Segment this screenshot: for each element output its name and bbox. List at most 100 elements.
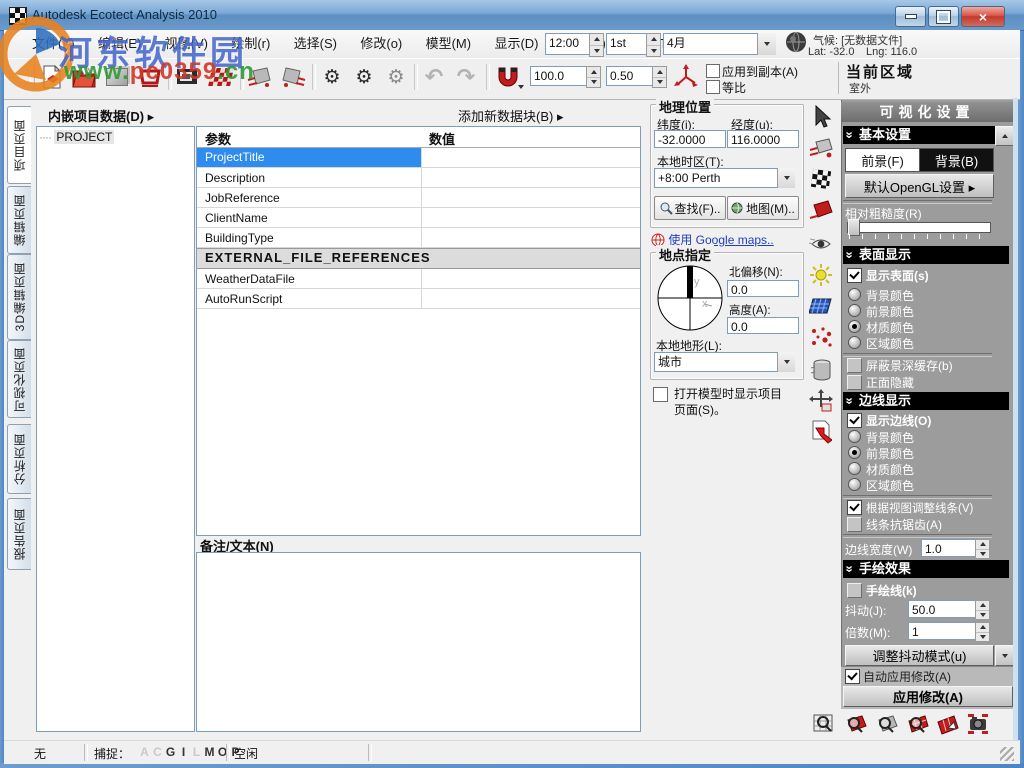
surface-material-color-radio[interactable] [848, 320, 861, 333]
print-button[interactable] [136, 63, 164, 91]
grid-stepper[interactable] [652, 66, 667, 88]
solar-panel-button[interactable] [807, 292, 835, 320]
surface-option-label[interactable]: 背景颜色 [866, 287, 914, 304]
param-value[interactable] [421, 289, 640, 308]
north-offset-input[interactable]: 0.0 [727, 280, 799, 297]
day-stepper[interactable] [646, 33, 661, 57]
snap-letter[interactable]: L [190, 745, 203, 759]
edge-fg-color-radio[interactable] [848, 446, 861, 459]
param-value[interactable] [421, 228, 640, 247]
undo-button[interactable]: ↶ [420, 63, 448, 91]
snap-stepper[interactable] [586, 66, 601, 88]
snap-letter[interactable]: M [203, 745, 216, 759]
tab-3d-edit-page[interactable]: 3D编辑页面 [7, 254, 31, 340]
terrain-select[interactable]: 城市 [654, 352, 784, 372]
param-name[interactable]: WeatherDataFile [205, 270, 295, 288]
jitter-mode-button[interactable]: 调整抖动模式(u) [845, 645, 994, 666]
surface-zone-color-radio[interactable] [848, 336, 861, 349]
param-value[interactable] [421, 269, 640, 288]
edge-option-label[interactable]: 前景颜色 [866, 445, 914, 462]
roughness-slider-track[interactable] [847, 222, 991, 233]
surface-option-label[interactable]: 材质颜色 [866, 319, 914, 336]
sun-tool-button[interactable] [807, 261, 835, 289]
table-row[interactable]: WeatherDataFile [197, 269, 640, 289]
terrain-dropdown-icon[interactable] [777, 352, 795, 372]
show-surfaces-checkbox[interactable] [847, 268, 862, 283]
table-row[interactable]: JobReference [197, 188, 640, 208]
longitude-input[interactable]: 116.0000 [727, 130, 799, 148]
param-name-selected[interactable]: ProjectTitle [197, 148, 421, 167]
default-opengl-button[interactable]: 默认OpenGL设置 ▸ [845, 174, 994, 198]
snap-magnet-button[interactable] [492, 63, 524, 91]
snap-letter[interactable]: C [151, 745, 164, 759]
param-value[interactable] [421, 188, 640, 207]
zones-button[interactable] [807, 196, 835, 224]
restore-button[interactable] [928, 6, 959, 27]
open-file-button[interactable] [70, 63, 98, 91]
edge-width-input[interactable]: 1.0 [921, 539, 977, 557]
jitter-input[interactable]: 50.0 [908, 600, 976, 618]
surface-bg-color-radio[interactable] [848, 288, 861, 301]
menu-file[interactable]: 文件(F) [22, 30, 85, 58]
tab-visualize-page[interactable]: 可视化页面 [7, 340, 31, 418]
transform-tool-button[interactable] [807, 387, 835, 415]
adjust-lines-checkbox[interactable] [847, 500, 862, 515]
toolbar-grip[interactable] [30, 64, 35, 90]
column-header-value[interactable]: 数值 [429, 129, 455, 148]
menu-view[interactable]: 视图(V) [155, 30, 218, 58]
uniform-checkbox[interactable] [706, 80, 720, 94]
show-edges-checkbox[interactable] [847, 413, 862, 428]
snap-letter[interactable]: I [177, 745, 190, 759]
timezone-dropdown-icon[interactable] [777, 168, 795, 188]
menu-display[interactable]: 显示(D) [484, 30, 548, 58]
menu-model[interactable]: 模型(M) [416, 30, 482, 58]
edge-option-label[interactable]: 背景颜色 [866, 429, 914, 446]
tab-report-page[interactable]: 报告页面 [7, 498, 31, 570]
grid-settings-button[interactable] [207, 63, 235, 91]
multiple-input[interactable]: 1 [908, 622, 976, 640]
surface-fg-color-radio[interactable] [848, 304, 861, 317]
month-dropdown-icon[interactable] [757, 33, 776, 55]
table-row[interactable]: Description [197, 168, 640, 188]
foreground-button[interactable]: 前景(F) [845, 148, 920, 172]
table-row[interactable]: ClientName [197, 208, 640, 228]
redo-button[interactable]: ↷ [452, 63, 480, 91]
altitude-input[interactable]: 0.0 [727, 317, 799, 334]
menu-select[interactable]: 选择(S) [284, 30, 347, 58]
param-name[interactable]: ClientName [205, 209, 268, 227]
antialias-checkbox[interactable] [847, 517, 862, 532]
menu-modify[interactable]: 修改(o) [350, 30, 412, 58]
zoom-extents-button[interactable] [810, 710, 838, 738]
sun-path-globe-button[interactable] [783, 30, 810, 57]
param-value[interactable] [421, 168, 640, 187]
axis-snap-button[interactable] [670, 63, 702, 91]
edge-material-color-radio[interactable] [848, 462, 861, 475]
background-button[interactable]: 背景(B) [919, 148, 994, 172]
table-row[interactable]: BuildingType [197, 228, 640, 248]
panel-scroll-down-button[interactable] [995, 645, 1014, 666]
param-name[interactable]: BuildingType [205, 229, 274, 247]
snap-value-input[interactable]: 100.0 [530, 66, 590, 86]
tree-item-project[interactable]: ···· PROJECT [37, 127, 194, 147]
sketch-line-checkbox[interactable] [847, 583, 862, 598]
time-input[interactable]: 12:00 [545, 33, 593, 55]
visibility-button[interactable] [807, 230, 835, 258]
sketch-button[interactable]: ⚙ [382, 63, 410, 91]
snap-letter[interactable]: G [164, 745, 177, 759]
north-compass[interactable]: y x [656, 264, 724, 332]
show-project-page-checkbox[interactable] [653, 387, 668, 402]
snapshot-button[interactable] [964, 710, 992, 738]
param-name[interactable]: AutoRunScript [205, 290, 282, 308]
table-row[interactable]: ProjectTitle [197, 148, 640, 168]
param-name[interactable]: JobReference [205, 189, 280, 207]
panel-scroll-up-button[interactable] [995, 126, 1014, 146]
multiple-stepper[interactable] [975, 622, 990, 642]
run-calc-button[interactable]: ⚙ [318, 63, 346, 91]
jitter-stepper[interactable] [975, 600, 990, 620]
apply-to-copy-checkbox[interactable] [706, 64, 720, 78]
tab-edit-page[interactable]: 编辑页面 [7, 186, 31, 254]
time-stepper[interactable] [589, 33, 604, 57]
section-edge-display[interactable]: » 边线显示 [843, 392, 1009, 410]
resize-grip[interactable] [1000, 747, 1014, 761]
table-row[interactable]: AutoRunScript [197, 289, 640, 309]
